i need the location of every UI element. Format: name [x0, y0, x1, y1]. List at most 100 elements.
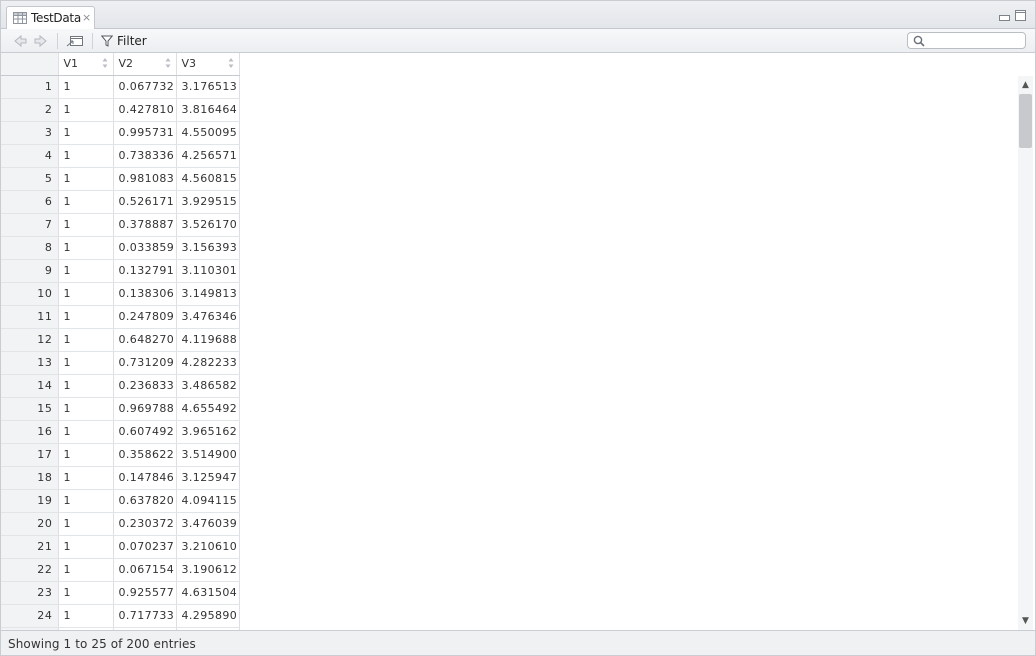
cell-v2: 0.526171: [113, 190, 177, 214]
cell-v2: 0.427810: [113, 98, 177, 122]
table-row[interactable]: 22 1 0.067154 3.190612: [1, 558, 240, 582]
row-number-cell: 9: [1, 259, 59, 283]
table-row[interactable]: 13 1 0.731209 4.282233: [1, 351, 240, 375]
back-arrow-icon[interactable]: [13, 33, 28, 49]
row-number-cell: 2: [1, 98, 59, 122]
scroll-down-icon[interactable]: ▼: [1020, 616, 1031, 626]
cell-v3: 3.965162: [176, 420, 240, 444]
search-field[interactable]: [907, 32, 1026, 49]
cell-v1: 1: [58, 98, 114, 122]
vertical-scrollbar[interactable]: ▲ ▼: [1018, 76, 1033, 630]
cell-v2: 0.738336: [113, 144, 177, 168]
table-row[interactable]: 12 1 0.648270 4.119688: [1, 328, 240, 352]
row-number-cell: 15: [1, 397, 59, 421]
column-header-label: V2: [118, 57, 134, 71]
table-row[interactable]: 20 1 0.230372 3.476039: [1, 512, 240, 536]
minimize-icon[interactable]: [998, 9, 1011, 22]
search-input[interactable]: [930, 34, 1020, 47]
table-row[interactable]: 3 1 0.995731 4.550095: [1, 121, 240, 145]
cell-v1: 1: [58, 443, 114, 467]
table-row[interactable]: 17 1 0.358622 3.514900: [1, 443, 240, 467]
row-number-cell: 14: [1, 374, 59, 398]
sort-arrows-icon[interactable]: [228, 57, 234, 69]
table-row[interactable]: 14 1 0.236833 3.486582: [1, 374, 240, 398]
row-number-cell: 7: [1, 213, 59, 237]
row-number-cell: 23: [1, 581, 59, 605]
cell-v1: 1: [58, 604, 114, 628]
table-row[interactable]: 15 1 0.969788 4.655492: [1, 397, 240, 421]
table-row[interactable]: 19 1 0.637820 4.094115: [1, 489, 240, 513]
cell-v3: 4.119688: [176, 328, 240, 352]
table-row[interactable]: 11 1 0.247809 3.476346: [1, 305, 240, 329]
cell-v2: 0.070237: [113, 535, 177, 559]
cell-v1: 1: [58, 466, 114, 490]
cell-v1: 1: [58, 167, 114, 191]
cell-v1: 1: [58, 512, 114, 536]
cell-v1: 1: [58, 213, 114, 237]
table-row[interactable]: 23 1 0.925577 4.631504: [1, 581, 240, 605]
cell-v3: 3.476039: [176, 512, 240, 536]
sort-arrows-icon[interactable]: [165, 57, 171, 69]
cell-v1: 1: [58, 121, 114, 145]
table-row[interactable]: 18 1 0.147846 3.125947: [1, 466, 240, 490]
column-header-label: V1: [63, 57, 79, 71]
table-row[interactable]: 8 1 0.033859 3.156393: [1, 236, 240, 260]
cell-v1: 1: [58, 259, 114, 283]
entries-status: Showing 1 to 25 of 200 entries: [8, 637, 196, 651]
table-row[interactable]: 2 1 0.427810 3.816464: [1, 98, 240, 122]
column-header-v1[interactable]: V1: [58, 53, 114, 76]
column-header-v3[interactable]: V3: [176, 53, 240, 76]
close-icon[interactable]: ×: [82, 11, 91, 24]
row-number-cell: 6: [1, 190, 59, 214]
table-row[interactable]: 6 1 0.526171 3.929515: [1, 190, 240, 214]
row-number-cell: 1: [1, 75, 59, 99]
tab-testdata[interactable]: TestData ×: [6, 6, 95, 29]
cell-v1: 1: [58, 489, 114, 513]
cell-v3: 3.156393: [176, 236, 240, 260]
sort-arrows-icon[interactable]: [102, 57, 108, 69]
cell-v3: 4.550095: [176, 121, 240, 145]
column-header-v2[interactable]: V2: [113, 53, 177, 76]
cell-v1: 1: [58, 328, 114, 352]
cell-v1: 1: [58, 374, 114, 398]
row-number-cell: 10: [1, 282, 59, 306]
toolbar-separator: [57, 33, 58, 49]
cell-v2: 0.358622: [113, 443, 177, 467]
scroll-up-icon[interactable]: ▲: [1020, 80, 1031, 90]
cell-v2: 0.637820: [113, 489, 177, 513]
forward-arrow-icon[interactable]: [33, 33, 48, 49]
table-body: 1 1 0.067732 3.176513 2 1 0.427810 3.816464 3 1 0.…: [1, 75, 240, 630]
table-row[interactable]: 4 1 0.738336 4.256571: [1, 144, 240, 168]
row-number-cell: 13: [1, 351, 59, 375]
tab-strip: TestData ×: [1, 1, 1035, 29]
cell-v3: 4.094115: [176, 489, 240, 513]
row-number-cell: 11: [1, 305, 59, 329]
cell-v1: 1: [58, 75, 114, 99]
scrollbar-thumb[interactable]: [1019, 94, 1032, 148]
filter-icon: [101, 35, 113, 47]
cell-v2: 0.067732: [113, 75, 177, 99]
cell-v2: 0.147846: [113, 466, 177, 490]
table-row[interactable]: 10 1 0.138306 3.149813: [1, 282, 240, 306]
search-icon: [913, 35, 925, 47]
table-row[interactable]: 16 1 0.607492 3.965162: [1, 420, 240, 444]
table-row[interactable]: 1 1 0.067732 3.176513: [1, 75, 240, 99]
toolbar: Filter: [1, 29, 1035, 53]
table-row[interactable]: 21 1 0.070237 3.210610: [1, 535, 240, 559]
maximize-icon[interactable]: [1014, 9, 1027, 22]
cell-v3: 3.190612: [176, 558, 240, 582]
table-row[interactable]: 5 1 0.981083 4.560815: [1, 167, 240, 191]
column-header-label: V3: [181, 57, 197, 71]
cell-v3: 4.295890: [176, 604, 240, 628]
cell-v3: 3.816464: [176, 98, 240, 122]
table-row[interactable]: 9 1 0.132791 3.110301: [1, 259, 240, 283]
popout-window-icon[interactable]: [65, 33, 85, 49]
row-number-cell: 21: [1, 535, 59, 559]
table-row[interactable]: 7 1 0.378887 3.526170: [1, 213, 240, 237]
table-row[interactable]: 24 1 0.717733 4.295890: [1, 604, 240, 628]
row-number-cell: 19: [1, 489, 59, 513]
row-number-cell: 17: [1, 443, 59, 467]
filter-button[interactable]: Filter: [101, 32, 147, 50]
cell-v3: 3.125947: [176, 466, 240, 490]
cell-v1: 1: [58, 305, 114, 329]
